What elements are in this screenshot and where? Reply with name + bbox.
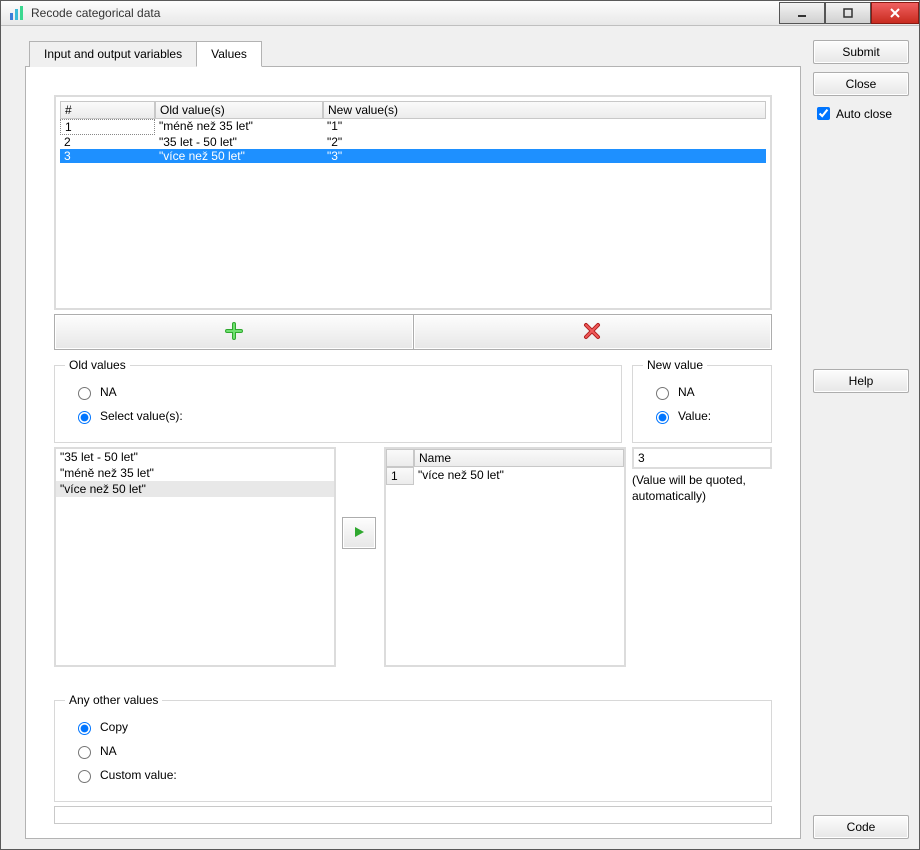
- tab-bar: Input and output variables Values: [25, 40, 801, 67]
- table-body[interactable]: 1 "méně než 35 let" "1" 2 "35 let - 50 l…: [60, 119, 766, 304]
- old-values-na-label[interactable]: NA: [100, 385, 117, 399]
- list-item[interactable]: "více než 50 let": [56, 481, 334, 497]
- window-title: Recode categorical data: [31, 6, 160, 20]
- close-window-button[interactable]: [871, 2, 919, 24]
- tab-input-output[interactable]: Input and output variables: [29, 41, 197, 67]
- tab-body-values: # Old value(s) New value(s) 1 "méně než …: [25, 67, 801, 839]
- new-value-fieldset: New value NA Value:: [632, 358, 772, 443]
- value-selection-row: "35 let - 50 let" "méně než 35 let" "víc…: [54, 447, 772, 667]
- new-value-legend: New value: [643, 358, 707, 372]
- plus-icon: [225, 322, 243, 343]
- other-custom-radio[interactable]: [78, 770, 91, 783]
- available-values-list[interactable]: "35 let - 50 let" "méně než 35 let" "víc…: [54, 447, 336, 667]
- add-remove-row: [54, 314, 772, 350]
- app-icon: [9, 5, 25, 21]
- new-value-na-label[interactable]: NA: [678, 385, 695, 399]
- any-other-values-fieldset: Any other values Copy NA Custom value:: [54, 693, 772, 802]
- selected-values-table[interactable]: Name 1 "více než 50 let": [384, 447, 626, 667]
- selected-header-num[interactable]: [386, 449, 414, 467]
- move-right-button[interactable]: [342, 517, 376, 549]
- window-controls: [779, 3, 919, 24]
- old-values-fieldset: Old values NA Select value(s):: [54, 358, 622, 443]
- submit-button[interactable]: Submit: [813, 40, 909, 64]
- table-header-num[interactable]: #: [60, 101, 155, 119]
- auto-close-option: Auto close: [813, 104, 909, 123]
- table-header-old[interactable]: Old value(s): [155, 101, 323, 119]
- table-row[interactable]: 1 "méně než 35 let" "1": [60, 119, 766, 135]
- auto-close-checkbox[interactable]: [817, 107, 830, 120]
- dialog-window: Recode categorical data Input and output…: [0, 0, 920, 850]
- cross-icon: [583, 322, 601, 343]
- tab-values[interactable]: Values: [196, 41, 262, 67]
- values-editor-row: Old values NA Select value(s): New value: [54, 358, 772, 443]
- other-na-label[interactable]: NA: [100, 744, 117, 758]
- delete-rule-button[interactable]: [413, 314, 773, 350]
- table-row[interactable]: 3 "více než 50 let" "3": [60, 149, 766, 163]
- list-item[interactable]: "méně než 35 let": [56, 465, 334, 481]
- other-copy-radio[interactable]: [78, 722, 91, 735]
- new-value-hint: (Value will be quoted, automatically): [632, 473, 772, 504]
- other-copy-label[interactable]: Copy: [100, 720, 128, 734]
- old-values-select-radio[interactable]: [78, 411, 91, 424]
- table-header-new[interactable]: New value(s): [323, 101, 766, 119]
- close-button[interactable]: Close: [813, 72, 909, 96]
- code-button[interactable]: Code: [813, 815, 909, 839]
- minimize-button[interactable]: [779, 2, 825, 24]
- any-other-values-legend: Any other values: [65, 693, 162, 707]
- selected-header-name[interactable]: Name: [414, 449, 624, 467]
- table-row[interactable]: 2 "35 let - 50 let" "2": [60, 135, 766, 149]
- progress-bar: [54, 806, 772, 824]
- new-value-value-radio[interactable]: [656, 411, 669, 424]
- other-na-radio[interactable]: [78, 746, 91, 759]
- main-column: Input and output variables Values # Old …: [25, 40, 801, 839]
- side-column: Submit Close Auto close Help Code: [813, 40, 909, 839]
- help-button[interactable]: Help: [813, 369, 909, 393]
- old-values-legend: Old values: [65, 358, 130, 372]
- table-row[interactable]: 1 "více než 50 let": [386, 467, 624, 485]
- add-rule-button[interactable]: [54, 314, 414, 350]
- other-custom-label[interactable]: Custom value:: [100, 768, 177, 782]
- list-item[interactable]: "35 let - 50 let": [56, 449, 334, 465]
- new-value-input[interactable]: [632, 447, 772, 469]
- new-value-na-radio[interactable]: [656, 387, 669, 400]
- content-area: Input and output variables Values # Old …: [1, 26, 919, 849]
- play-icon: [352, 525, 366, 542]
- auto-close-label[interactable]: Auto close: [836, 107, 892, 121]
- titlebar[interactable]: Recode categorical data: [1, 1, 919, 26]
- old-values-select-label[interactable]: Select value(s):: [100, 409, 183, 423]
- old-values-na-radio[interactable]: [78, 387, 91, 400]
- recode-rules-table: # Old value(s) New value(s) 1 "méně než …: [54, 95, 772, 310]
- new-value-value-label[interactable]: Value:: [678, 409, 711, 423]
- maximize-button[interactable]: [825, 2, 871, 24]
